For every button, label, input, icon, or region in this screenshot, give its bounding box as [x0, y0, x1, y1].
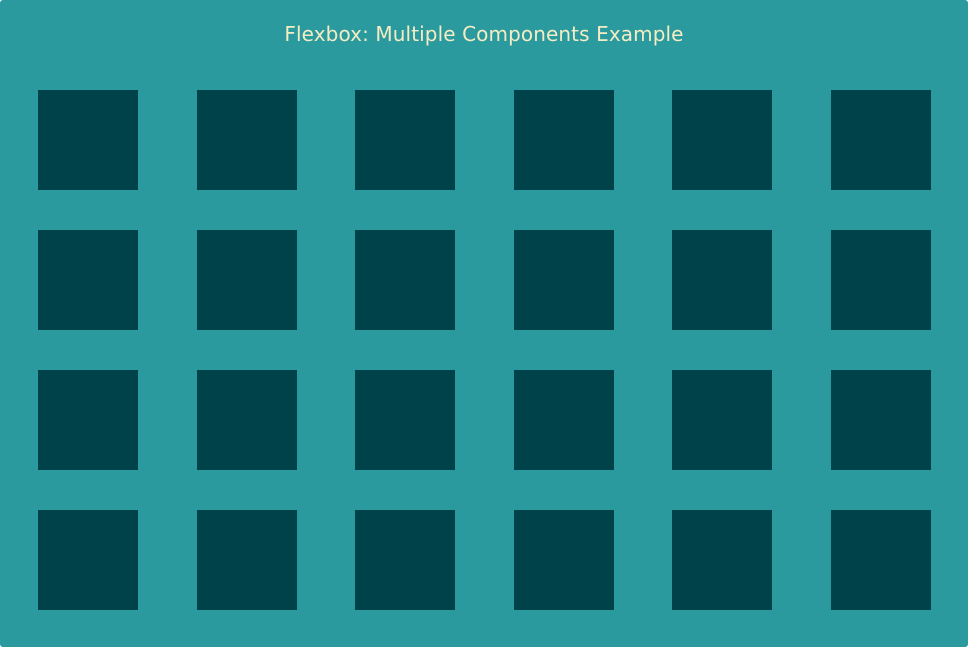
flex-component-box	[672, 230, 773, 330]
flex-component-box	[672, 370, 773, 470]
flex-component-box	[196, 230, 297, 330]
flex-component-box	[38, 90, 138, 190]
flex-component-box	[196, 370, 297, 470]
flex-component-box	[672, 90, 773, 190]
flex-component-box	[355, 510, 456, 610]
flex-component-box	[513, 370, 614, 470]
flex-component-box	[513, 510, 614, 610]
flex-component-box	[513, 230, 614, 330]
flex-component-box	[830, 370, 931, 470]
flex-component-box	[38, 230, 138, 330]
app-window: Flexbox: Multiple Components Example	[0, 0, 968, 647]
flex-component-box	[672, 510, 773, 610]
flex-component-box	[830, 230, 931, 330]
flex-component-box	[38, 510, 138, 610]
flex-component-box	[355, 370, 456, 470]
flex-component-box	[355, 230, 456, 330]
flex-component-box	[38, 370, 138, 470]
component-grid	[38, 90, 931, 610]
page-title: Flexbox: Multiple Components Example	[284, 22, 684, 46]
flex-component-box	[830, 510, 931, 610]
flex-component-box	[513, 90, 614, 190]
flex-component-box	[196, 90, 297, 190]
flex-component-box	[355, 90, 456, 190]
flex-component-box	[830, 90, 931, 190]
flex-component-box	[196, 510, 297, 610]
